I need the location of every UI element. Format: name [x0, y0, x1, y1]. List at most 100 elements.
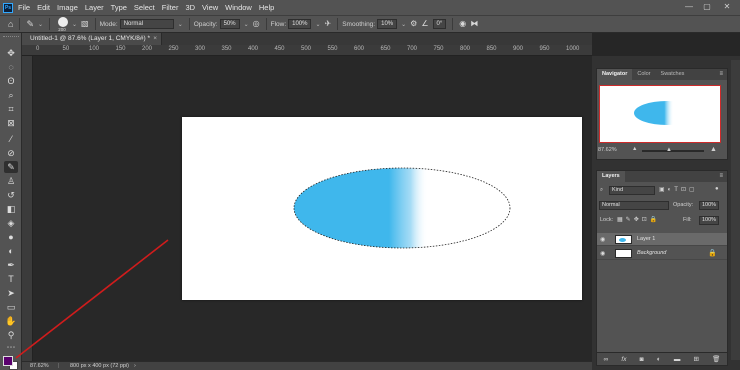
close-button[interactable]: ✕	[720, 1, 734, 13]
quick-select-tool-icon[interactable]: ⌕	[4, 89, 18, 101]
history-brush-tool-icon[interactable]: ↺	[4, 189, 18, 201]
brush-tip-preview	[58, 16, 69, 27]
menu-filter[interactable]: Filter	[162, 3, 179, 12]
mask-icon[interactable]: ◙	[640, 356, 644, 363]
tab-color[interactable]: Color	[632, 69, 655, 80]
zoom-slider-handle[interactable]: ▲	[666, 147, 672, 153]
menu-type[interactable]: Type	[111, 3, 127, 12]
angle-input[interactable]: 0°	[432, 19, 447, 29]
ruler-label: 900	[513, 46, 524, 52]
link-icon[interactable]: ∞	[604, 356, 609, 363]
fill-input[interactable]: 100%	[699, 216, 719, 225]
zoom-out-mountain-icon[interactable]: ▲	[632, 146, 637, 152]
move-tool-icon[interactable]: ✥	[4, 47, 18, 59]
menu-window[interactable]: Window	[225, 3, 252, 12]
chevron-down-icon[interactable]: ⌄	[401, 21, 406, 28]
filter-toggle-icon[interactable]: ●	[715, 186, 719, 192]
ruler-label: 850	[486, 46, 497, 52]
mode-label: Mode:	[99, 20, 118, 28]
panel-menu-icon[interactable]: ≡	[719, 171, 723, 182]
menu-layer[interactable]: Layer	[85, 3, 104, 12]
horizontal-ruler[interactable]: 0 50 100 150 200 250 300 350 400 450 500 550 600 650 7…	[22, 45, 592, 56]
panel-icon-strip	[731, 60, 740, 360]
menu-edit[interactable]: Edit	[37, 3, 50, 12]
annotation-arrow-line	[15, 239, 169, 359]
navigator-thumbnail[interactable]	[599, 85, 721, 143]
menu-help[interactable]: Help	[259, 3, 274, 12]
eyedropper-tool-icon[interactable]: ⁄	[4, 133, 18, 145]
ruler-label: 350	[221, 46, 232, 52]
chevron-down-icon[interactable]: ⌄	[38, 21, 43, 28]
layer-row-layer-1[interactable]: ◉ Layer 1	[597, 233, 727, 246]
status-arrow-icon[interactable]: ›	[134, 362, 136, 370]
clone-stamp-tool-icon[interactable]: ♙	[4, 175, 18, 187]
pressure-opacity-icon[interactable]: ◎	[253, 19, 260, 29]
filter-type-icons[interactable]: ▣◐T⊡▢	[659, 186, 698, 193]
fx-icon[interactable]: fx	[621, 356, 626, 363]
blend-mode-select[interactable]: Normal	[599, 201, 669, 210]
symmetry-butterfly-icon[interactable]: ⧓	[470, 19, 478, 29]
visibility-eye-icon[interactable]: ◉	[600, 236, 605, 243]
brush-tool-icon[interactable]: ✎	[4, 161, 18, 173]
layer-opacity-input[interactable]: 100%	[699, 201, 719, 210]
lock-option-icons[interactable]: ▦✎✥⊡🔒	[617, 216, 660, 223]
navigator-zoom-value[interactable]: 87.62%	[598, 147, 617, 153]
brush-tool-icon[interactable]: ✎	[26, 19, 34, 29]
brush-preset-picker[interactable]: 200	[56, 16, 69, 32]
tab-navigator[interactable]: Navigator	[597, 69, 633, 80]
chevron-down-icon[interactable]: ⌄	[244, 21, 249, 28]
paint-bucket-tool-icon[interactable]: ◈	[4, 217, 18, 229]
toolbar-grip[interactable]	[3, 36, 19, 38]
tab-layers[interactable]: Layers	[597, 171, 625, 182]
smoothing-input[interactable]: 10%	[377, 19, 398, 29]
layer-thumbnail-content	[619, 238, 626, 242]
brush-settings-icon[interactable]: ▧	[81, 19, 89, 29]
eraser-tool-icon[interactable]: ◧	[4, 203, 18, 215]
ruler-label: 0	[36, 46, 40, 52]
opacity-input[interactable]: 50%	[219, 19, 240, 29]
menu-image[interactable]: Image	[57, 3, 78, 12]
menu-select[interactable]: Select	[134, 3, 155, 12]
crop-tool-icon[interactable]: ⌗	[4, 103, 18, 115]
ruler-label: 700	[407, 46, 418, 52]
status-doc-info[interactable]: 800 px x 400 px (72 ppi)	[70, 362, 129, 370]
healing-brush-tool-icon[interactable]: ⊘	[4, 147, 18, 159]
lasso-tool-icon[interactable]: ʘ	[4, 75, 18, 87]
filter-kind-select[interactable]: Kind	[609, 186, 655, 195]
annotation-arrow	[15, 239, 169, 359]
menu-view[interactable]: View	[202, 3, 218, 12]
trash-icon[interactable]: 🗑	[712, 355, 720, 363]
ruler-label: 650	[380, 46, 391, 52]
visibility-eye-icon[interactable]: ◉	[600, 250, 605, 257]
maximize-button[interactable]: ▢	[700, 1, 714, 13]
zoom-in-mountain-icon[interactable]: ▲	[710, 146, 717, 153]
chevron-down-icon[interactable]: ⌄	[178, 21, 183, 28]
chevron-down-icon[interactable]: ⌄	[315, 21, 320, 28]
menu-file[interactable]: File	[18, 3, 30, 12]
layer-name[interactable]: Layer 1	[637, 236, 655, 242]
pressure-size-icon[interactable]: ◉	[459, 19, 466, 29]
separator	[49, 18, 51, 30]
layer-name[interactable]: Background	[637, 250, 666, 256]
home-icon[interactable]: ⌂	[8, 19, 13, 29]
minimize-button[interactable]: —	[682, 1, 696, 13]
layer-row-background[interactable]: ◉ Background 🔒	[597, 247, 727, 260]
airbrush-icon[interactable]: ✈	[325, 19, 332, 29]
adjustment-icon[interactable]: ◐	[657, 356, 661, 363]
ruler-label: 250	[168, 46, 179, 52]
group-icon[interactable]: ▬	[674, 356, 681, 363]
close-tab-icon[interactable]: ×	[153, 33, 157, 45]
document-tab[interactable]: Untitled-1 @ 87.6% (Layer 1, CMYK/8#) * …	[22, 33, 162, 45]
menu-3d[interactable]: 3D	[185, 3, 195, 12]
smoothing-settings-gear-icon[interactable]: ⚙	[410, 19, 417, 29]
flow-input[interactable]: 100%	[288, 19, 312, 29]
zoom-slider-track[interactable]	[642, 150, 704, 152]
frame-tool-icon[interactable]: ⊠	[4, 117, 18, 129]
chevron-down-icon[interactable]: ⌄	[72, 21, 77, 28]
marquee-tool-icon[interactable]: ◌	[4, 61, 18, 73]
tab-swatches[interactable]: Swatches	[656, 69, 690, 80]
new-layer-icon[interactable]: ⊞	[694, 355, 699, 363]
mode-select[interactable]: Normal	[119, 19, 174, 29]
status-zoom[interactable]: 87.62%	[30, 362, 49, 370]
panel-menu-icon[interactable]: ≡	[719, 69, 723, 80]
